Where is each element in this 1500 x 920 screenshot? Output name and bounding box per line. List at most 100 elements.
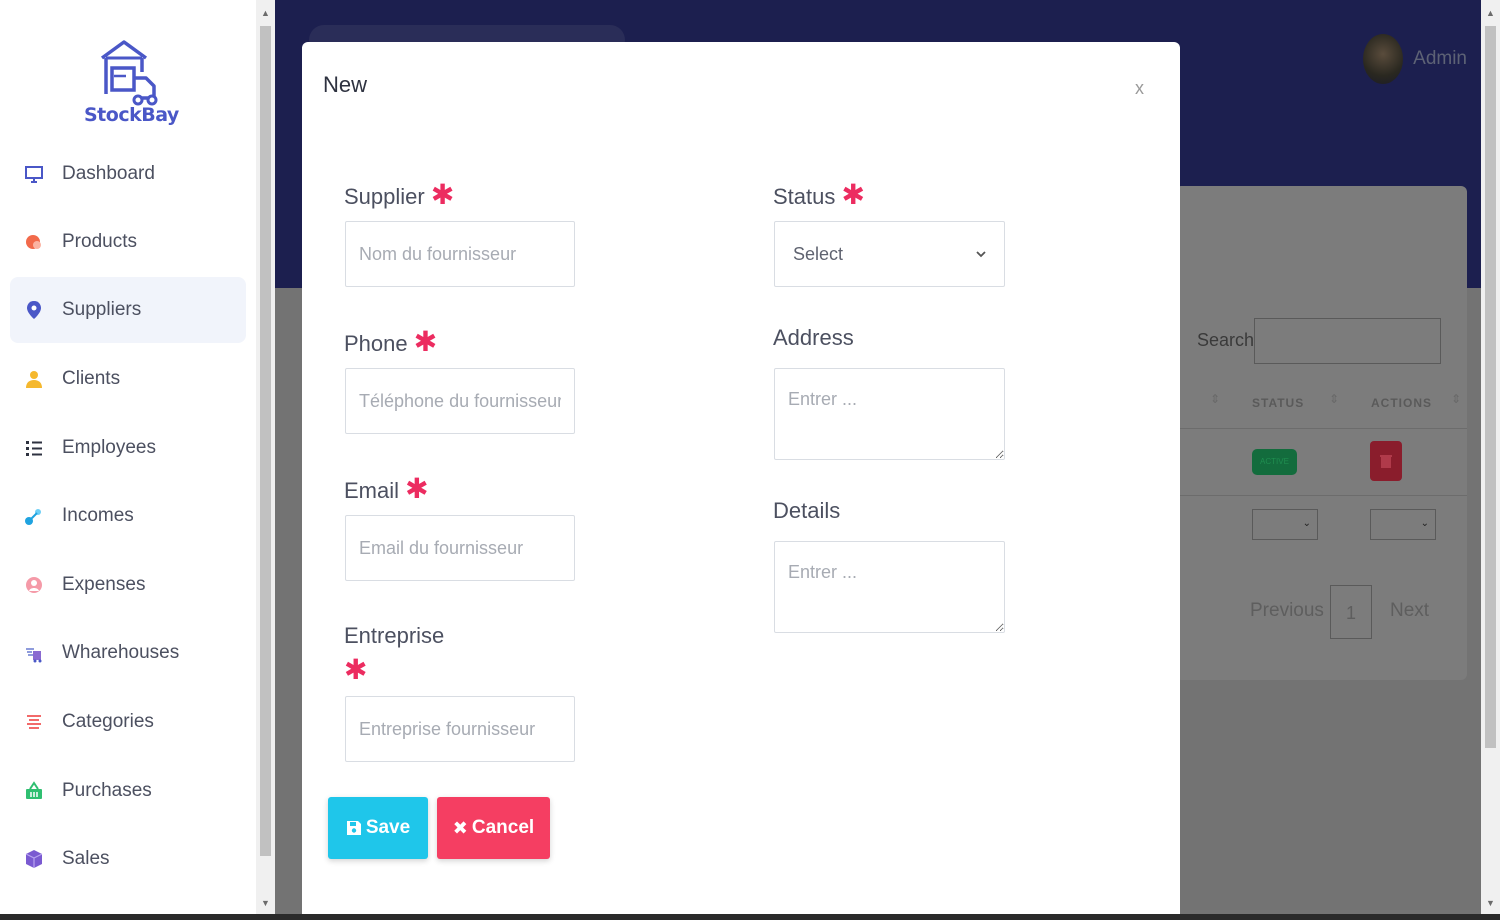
user-name: Admin <box>1413 48 1467 69</box>
scroll-up-arrow-icon[interactable]: ▲ <box>256 4 275 22</box>
list-icon <box>24 438 44 458</box>
products-icon <box>24 232 44 252</box>
column-header-status[interactable]: STATUS <box>1252 396 1304 410</box>
actions-filter-select[interactable]: ⌄ <box>1370 509 1436 540</box>
scroll-down-arrow-icon[interactable]: ▼ <box>256 894 275 912</box>
cancel-button-label: Cancel <box>471 817 535 838</box>
warehouse-truck-logo-icon <box>100 40 158 106</box>
save-button[interactable]: Save <box>328 797 428 859</box>
status-label-text: Status <box>773 184 836 209</box>
sidebar-item-employees[interactable]: Employees <box>10 415 246 481</box>
sidebar-item-clients[interactable]: Clients <box>10 346 246 412</box>
required-asterisk-icon: ✱ <box>405 473 429 504</box>
entreprise-input[interactable] <box>345 696 575 762</box>
box-icon <box>24 849 44 869</box>
avatar <box>1363 34 1404 84</box>
entreprise-label-text: Entreprise <box>344 623 445 648</box>
chevron-down-icon <box>976 250 986 257</box>
table-divider <box>1180 495 1467 496</box>
app-logo[interactable]: StockBay <box>84 36 179 126</box>
pager-next[interactable]: Next <box>1390 600 1429 622</box>
user-menu[interactable]: Admin <box>1363 34 1467 84</box>
modal-title: New <box>323 72 368 97</box>
floppy-disk-icon <box>346 821 361 835</box>
warehouse-icon <box>24 643 44 663</box>
sidebar-item-dashboard[interactable]: Dashboard <box>10 141 246 207</box>
new-supplier-modal: New x Supplier ✱ Phone ✱ Email ✱ Entrepr… <box>302 42 1180 920</box>
window-bottom-edge <box>0 914 1500 920</box>
required-asterisk-icon: ✱ <box>430 179 455 210</box>
phone-label: Phone ✱ <box>344 325 437 358</box>
sidebar-item-products[interactable]: Products <box>10 209 246 275</box>
sidebar-item-label: Suppliers <box>62 299 142 320</box>
scroll-down-arrow-icon[interactable]: ▼ <box>1481 894 1500 912</box>
sidebar-item-label: Dashboard <box>62 163 155 184</box>
phone-label-text: Phone <box>344 331 408 356</box>
expenses-icon <box>24 575 44 595</box>
supplier-name-input[interactable] <box>345 221 575 287</box>
scroll-up-arrow-icon[interactable]: ▲ <box>1481 4 1500 22</box>
column-header-actions[interactable]: ACTIONS <box>1371 396 1432 410</box>
email-input[interactable] <box>345 515 575 581</box>
status-label: Status ✱ <box>773 178 865 211</box>
sidebar-scroll-thumb[interactable] <box>260 26 271 856</box>
phone-input[interactable] <box>345 368 575 434</box>
status-badge: ACTIVE <box>1252 449 1297 475</box>
sort-icon[interactable]: ⇕ <box>1451 392 1461 406</box>
sidebar-item-label: Clients <box>62 368 121 389</box>
close-x-icon: ✖ <box>452 817 468 838</box>
details-label: Details <box>773 498 841 523</box>
sidebar-item-label: Employees <box>62 437 156 458</box>
page-scroll-thumb[interactable] <box>1485 26 1496 748</box>
cancel-button[interactable]: ✖ Cancel <box>437 797 550 859</box>
table-search-input[interactable] <box>1254 318 1441 364</box>
pager-previous[interactable]: Previous <box>1250 600 1324 622</box>
sidebar-scrollbar[interactable]: ▲ ▼ <box>256 0 275 920</box>
sidebar-item-expenses[interactable]: Expenses <box>10 552 246 618</box>
incomes-icon <box>24 506 44 526</box>
sidebar-item-label: Purchases <box>62 780 152 801</box>
sidebar-item-label: Sales <box>62 848 110 869</box>
required-asterisk-icon: ✱ <box>841 179 865 210</box>
search-label: Search: <box>1197 330 1260 350</box>
delete-button[interactable] <box>1370 441 1402 481</box>
basket-icon <box>24 781 44 801</box>
required-asterisk-icon: ✱ <box>344 654 368 685</box>
entreprise-label: Entreprise ✱ <box>344 619 464 689</box>
user-icon <box>24 369 44 389</box>
pager-page[interactable]: 1 <box>1330 585 1372 639</box>
table-divider <box>1180 428 1467 429</box>
status-select[interactable]: Select <box>774 221 1005 287</box>
map-pin-icon <box>24 300 44 320</box>
supplier-label-text: Supplier <box>344 184 425 209</box>
status-select-value: Select <box>793 243 844 264</box>
sidebar-item-label: Incomes <box>62 505 134 526</box>
required-asterisk-icon: ✱ <box>413 326 438 357</box>
monitor-icon <box>24 164 44 184</box>
sidebar-item-label: Expenses <box>62 574 146 595</box>
sidebar-item-sales[interactable]: Sales <box>10 826 246 892</box>
sidebar-item-label: Products <box>62 231 137 252</box>
sort-icon[interactable]: ⇕ <box>1329 392 1339 406</box>
supplier-label: Supplier ✱ <box>344 178 454 211</box>
page-scrollbar[interactable]: ▲ ▼ <box>1481 0 1500 920</box>
save-button-label: Save <box>365 817 411 838</box>
sidebar-item-suppliers[interactable]: Suppliers <box>10 277 246 343</box>
sidebar-item-wharehouses[interactable]: Wharehouses <box>10 620 246 686</box>
sidebar-item-label: Categories <box>62 711 154 732</box>
close-icon[interactable]: x <box>1135 78 1144 99</box>
categories-icon <box>24 712 44 732</box>
sort-icon[interactable]: ⇕ <box>1210 392 1220 406</box>
details-textarea[interactable] <box>774 541 1005 633</box>
sidebar-item-categories[interactable]: Categories <box>10 689 246 755</box>
email-label: Email ✱ <box>344 472 429 505</box>
sidebar: StockBay Dashboard Products Suppliers Cl… <box>0 0 256 920</box>
address-label: Address <box>773 325 854 350</box>
address-textarea[interactable] <box>774 368 1005 460</box>
sidebar-item-purchases[interactable]: Purchases <box>10 758 246 824</box>
sidebar-item-incomes[interactable]: Incomes <box>10 483 246 549</box>
status-filter-select[interactable]: ⌄ <box>1252 509 1318 540</box>
sidebar-item-label: Wharehouses <box>62 642 180 663</box>
email-label-text: Email <box>344 478 400 503</box>
logo-text: StockBay <box>84 104 179 126</box>
